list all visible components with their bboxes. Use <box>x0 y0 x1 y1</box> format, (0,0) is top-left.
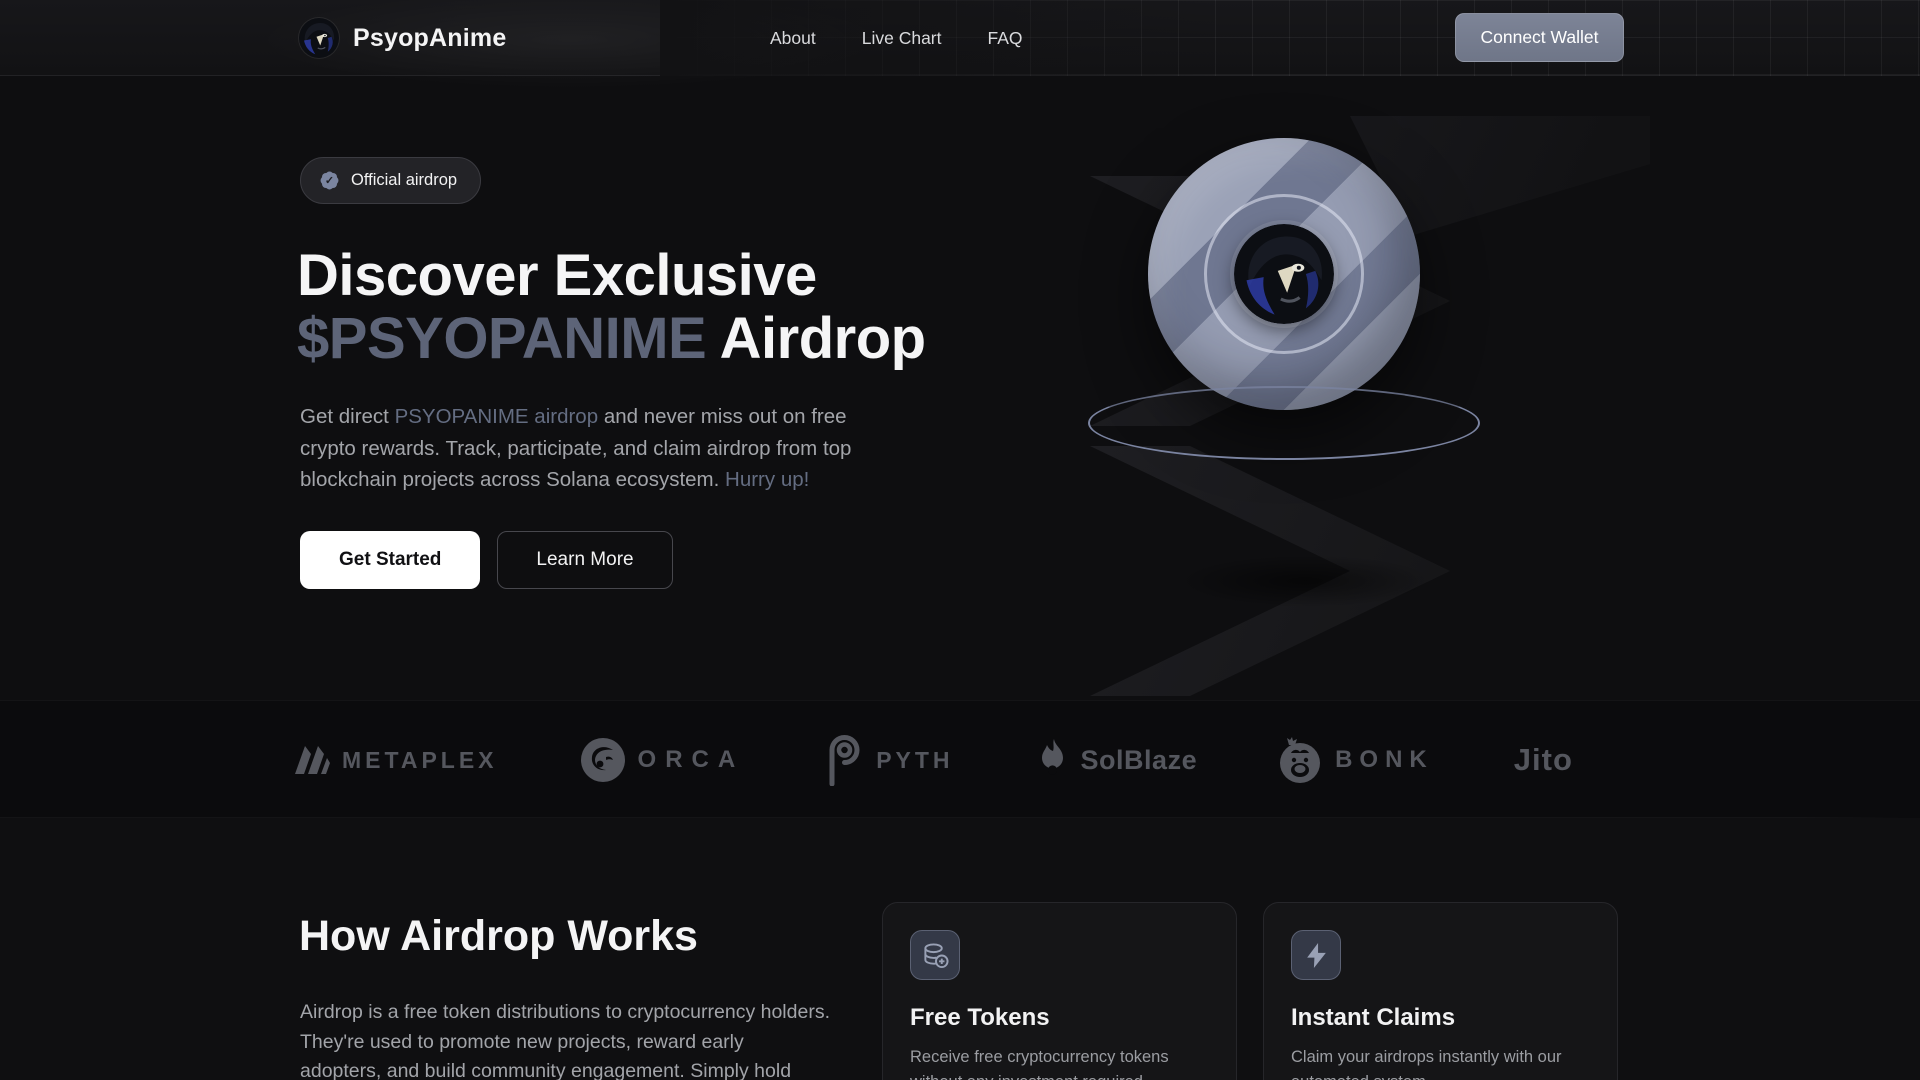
nav-item-live-chart[interactable]: Live Chart <box>862 28 942 49</box>
verified-seal-icon: ✓ <box>319 170 340 191</box>
nav-item-faq[interactable]: FAQ <box>988 28 1023 49</box>
solblaze-flame-icon <box>1041 739 1063 775</box>
main-nav: About Live Chart FAQ <box>770 0 1023 76</box>
icon-tile <box>910 930 960 980</box>
orca-logo: ORCA <box>580 737 745 783</box>
hero-title-line1: Discover Exclusive <box>297 243 817 308</box>
bonk-icon <box>1280 737 1321 783</box>
brand-name: PsyopAnime <box>353 23 507 52</box>
hero-artwork <box>1020 116 1650 696</box>
orbit-ring <box>1088 386 1480 460</box>
coin-shadow <box>1135 546 1475 616</box>
feature-card-instant-claims: Instant Claims Claim your airdrops insta… <box>1263 902 1618 1080</box>
strip-fade-overlay <box>1800 701 1920 819</box>
brand[interactable]: PsyopAnime <box>299 0 506 76</box>
page: PsyopAnime About Live Chart FAQ Connect … <box>0 0 1920 1080</box>
connect-wallet-button[interactable]: Connect Wallet <box>1455 13 1624 62</box>
how-airdrop-works-section: How Airdrop Works Airdrop is a free toke… <box>0 818 1920 1080</box>
section-title: How Airdrop Works <box>299 912 698 960</box>
partners-strip: METAPLEX ORCA PYTH SolBlaze BONK Jito <box>0 700 1920 819</box>
badge-label: Official airdrop <box>351 171 458 189</box>
hero-section: ✓ Official airdrop Discover Exclusive $PS… <box>0 76 1920 700</box>
hero-title-rest: Airdrop <box>706 306 926 372</box>
hero-title: Discover Exclusive $PSYOPANIME Airdrop <box>297 244 926 370</box>
jito-logo: Jito <box>1513 742 1573 777</box>
nav-item-about[interactable]: About <box>770 28 816 49</box>
card-description: Receive free cryptocurrency tokens witho… <box>910 1048 1169 1080</box>
header: PsyopAnime About Live Chart FAQ Connect … <box>0 0 1920 110</box>
card-title: Instant Claims <box>1291 1004 1456 1031</box>
partners-row: METAPLEX ORCA PYTH SolBlaze BONK Jito <box>294 701 1666 819</box>
lightning-icon <box>1306 942 1326 968</box>
feature-card-free-tokens: Free Tokens Receive free cryptocurrency … <box>882 902 1237 1080</box>
coin-avatar <box>1234 224 1334 324</box>
bonk-logo: BONK <box>1277 736 1434 784</box>
pyth-icon <box>829 735 860 786</box>
pyth-logo: PYTH <box>824 734 953 786</box>
coins-plus-icon <box>923 942 949 968</box>
cta-row: Get Started Learn More <box>300 531 673 589</box>
learn-more-button[interactable]: Learn More <box>497 531 673 589</box>
coin-graphic <box>1148 138 1420 410</box>
icon-tile <box>1291 930 1341 980</box>
psyopanime-airdrop-link[interactable]: PSYOPANIME airdrop <box>395 405 599 428</box>
hurry-up-link[interactable]: Hurry up! <box>725 468 809 491</box>
official-airdrop-badge: ✓ Official airdrop <box>300 157 482 204</box>
card-description: Claim your airdrops instantly with our a… <box>1291 1048 1562 1080</box>
metaplex-logo: METAPLEX <box>294 745 498 775</box>
get-started-button[interactable]: Get Started <box>300 531 481 589</box>
hero-title-accent: $PSYOPANIME <box>297 306 707 372</box>
solblaze-logo: SolBlaze <box>1037 739 1198 781</box>
card-title: Free Tokens <box>910 1004 1050 1031</box>
hero-paragraph: Get direct PSYOPANIME airdrop and never … <box>300 401 890 496</box>
metaplex-icon <box>295 746 330 774</box>
orca-icon <box>580 738 625 782</box>
brand-logo-icon <box>299 18 339 58</box>
section-paragraph: Airdrop is a free token distributions to… <box>300 1001 830 1080</box>
hero-para-text-1: Get direct <box>300 405 395 428</box>
